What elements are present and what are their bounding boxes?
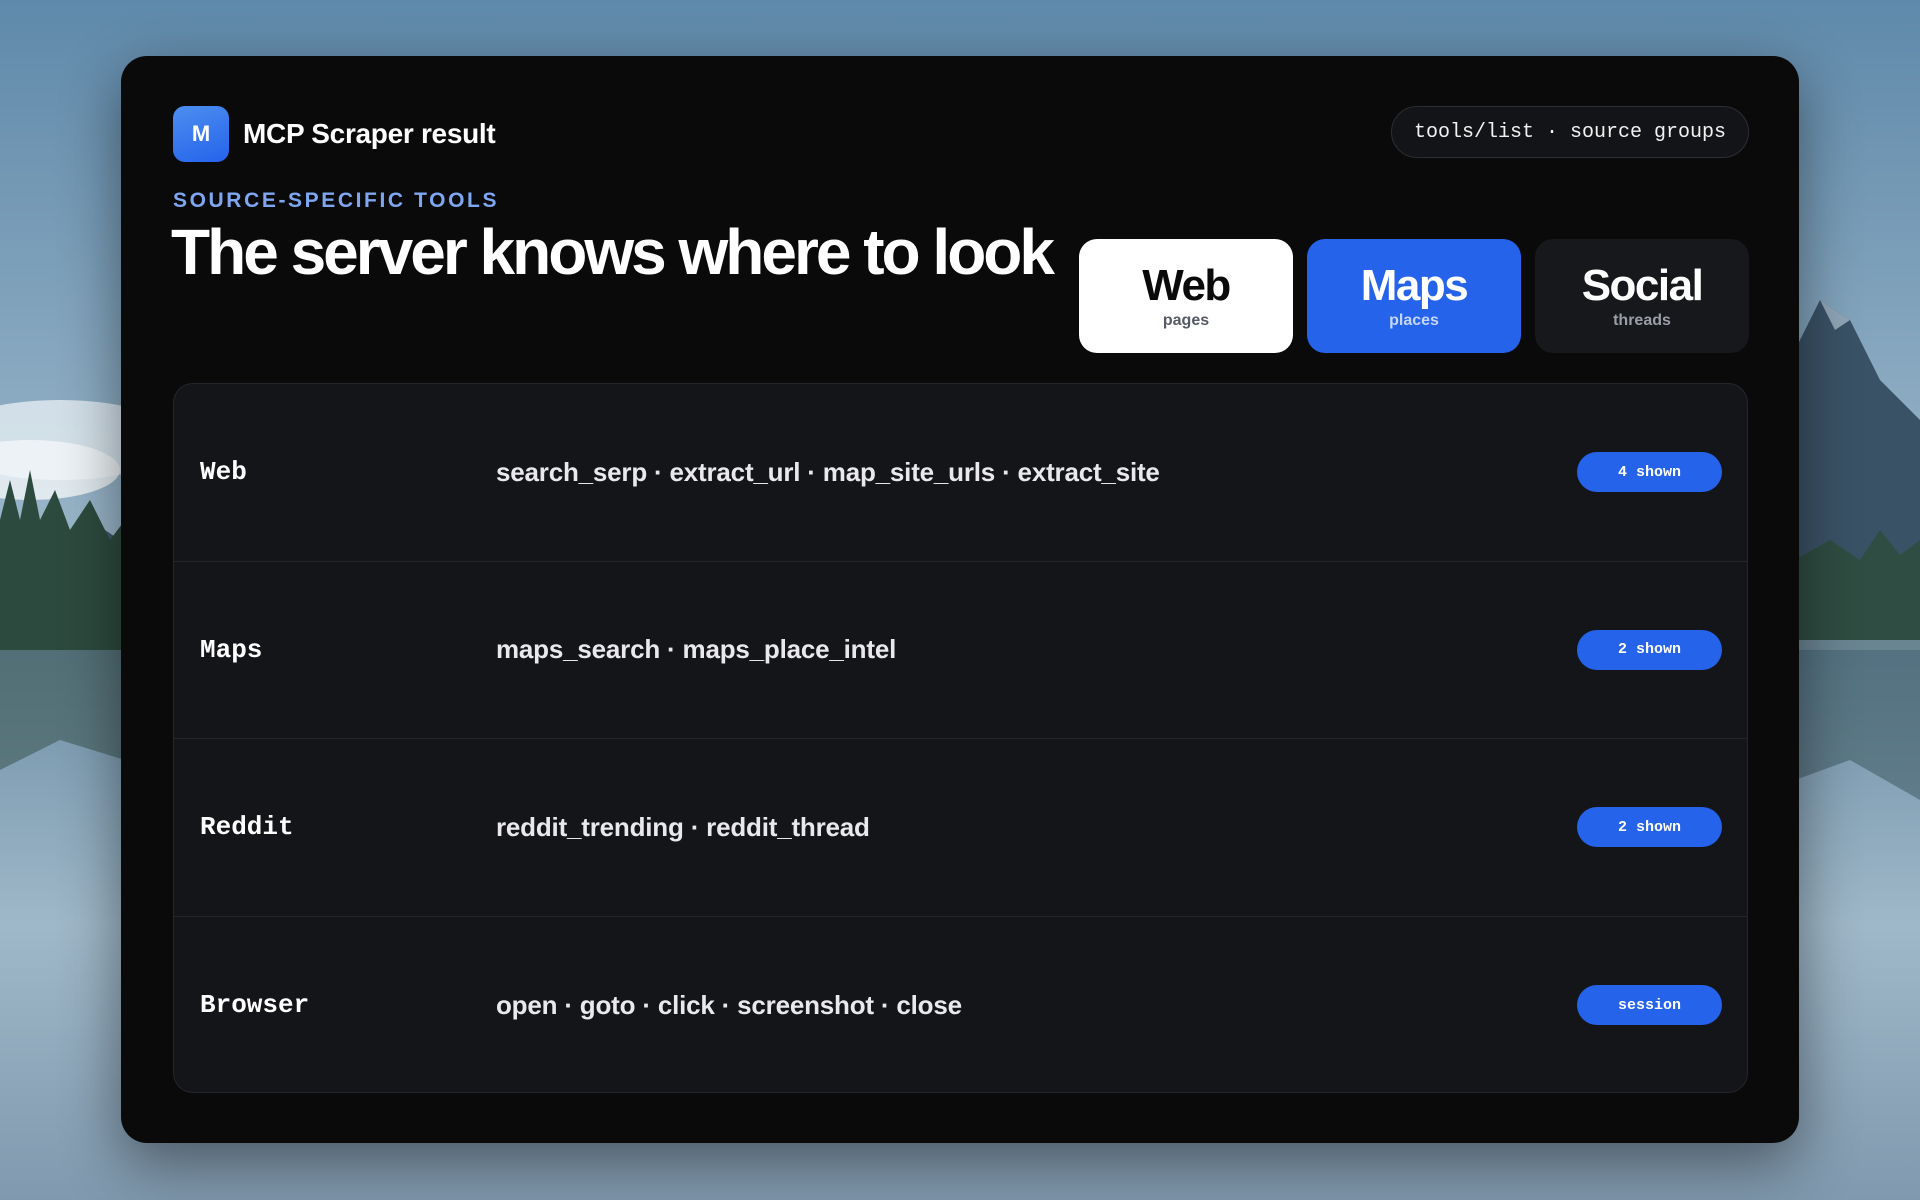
section-eyebrow: SOURCE-SPECIFIC TOOLS [173,189,500,212]
app-logo: M [173,106,229,162]
source-card-title: Social [1581,261,1704,310]
source-card-title: Web [1142,261,1231,310]
tool-group-name: Reddit [200,812,294,843]
source-card-subtitle: pages [1162,312,1210,329]
tool-list: reddit_trending · reddit_thread [496,811,870,842]
tool-group-name: Web [200,457,247,488]
tool-group-name: Browser [200,990,310,1021]
tool-row-browser: Browser open · goto · click · screenshot… [174,917,1747,1093]
app-title: MCP Scraper result [243,118,496,149]
tool-count-badge: 4 shown [1577,452,1722,493]
tool-group-name: Maps [200,634,263,665]
source-card-title: Maps [1360,261,1469,310]
page-headline: The server knows where to look [171,216,1055,288]
tool-count-badge: 2 shown [1577,807,1722,848]
tool-count-badge: 2 shown [1577,629,1722,670]
app-header: M MCP Scraper result [173,106,496,162]
source-card-social[interactable]: Social threads [1535,239,1749,353]
session-badge: session [1577,985,1722,1026]
tool-groups-table: Web search_serp · extract_url · map_site… [173,383,1748,1093]
status-pill: tools/list · source groups [1390,106,1749,158]
tool-row-web: Web search_serp · extract_url · map_site… [174,384,1747,562]
tool-list: open · goto · click · screenshot · close [496,989,962,1020]
tool-row-reddit: Reddit reddit_trending · reddit_thread 2… [174,739,1747,917]
source-cards: Web pages Maps places Social threads [1079,239,1749,353]
scraper-result-window: M MCP Scraper result tools/list · source… [121,56,1799,1143]
tool-list: maps_search · maps_place_intel [496,634,897,665]
source-card-subtitle: places [1389,312,1439,329]
tool-row-maps: Maps maps_search · maps_place_intel 2 sh… [174,562,1747,739]
source-card-web[interactable]: Web pages [1079,239,1293,353]
source-card-subtitle: threads [1613,312,1671,329]
source-card-maps[interactable]: Maps places [1307,239,1521,353]
tool-list: search_serp · extract_url · map_site_url… [496,456,1160,487]
